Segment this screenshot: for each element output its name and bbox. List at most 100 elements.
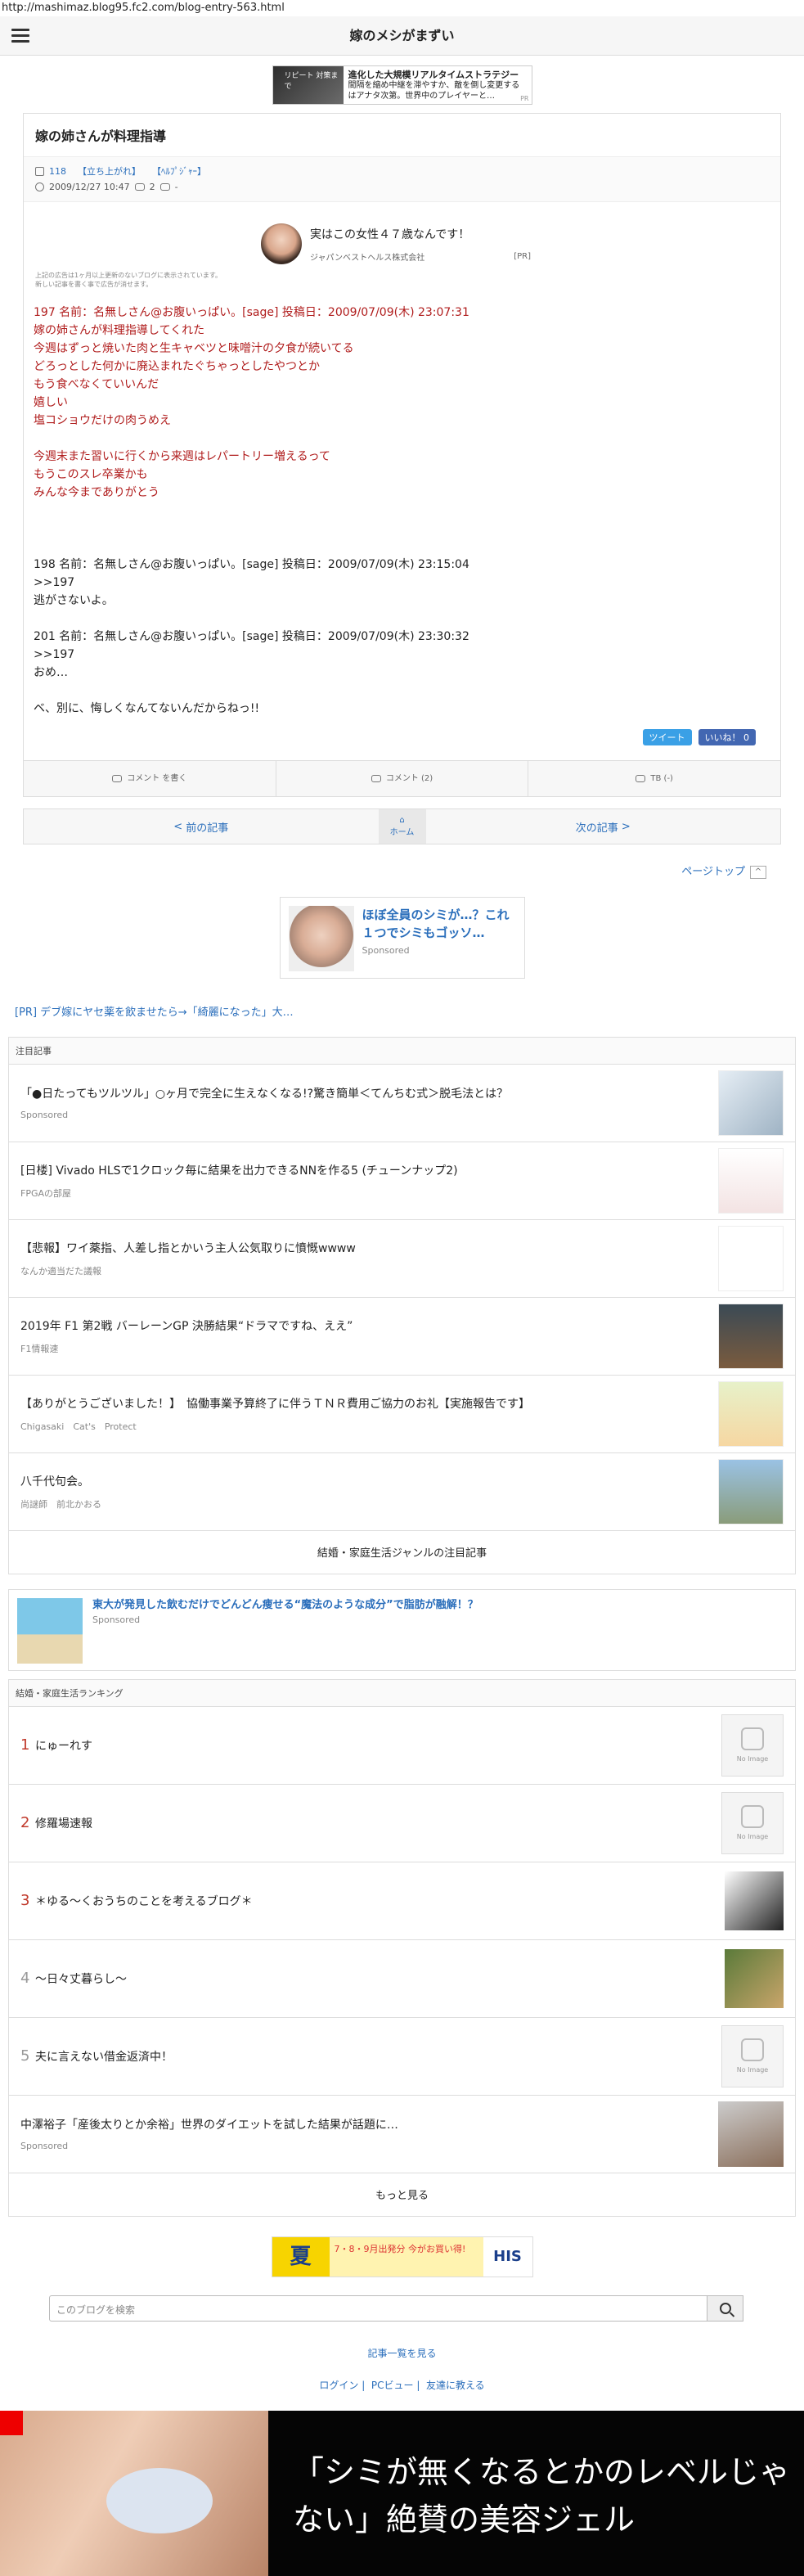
item-thumb (718, 1225, 784, 1291)
top-ad-thumb: リピート 対策まで (272, 66, 344, 104)
bottom-ad[interactable]: 「シミが無くなるとかのレベルじゃない」絶賛の美容ジェル (0, 2411, 804, 2576)
attention-item[interactable]: [日楼] Vivado HLSで1クロック毎に結果を出力できるNNを作る5 (チ… (9, 1142, 795, 1220)
sponsored-card[interactable]: ほぼ全員のシミが…？これ１つでシミもゴッソ… Sponsored (279, 896, 525, 979)
trackback-icon (636, 775, 646, 782)
ranking-more-link[interactable]: もっと見る (9, 2173, 795, 2216)
url-bar[interactable]: http://mashimaz.blog95.fc2.com/blog-entr… (0, 0, 804, 16)
views-link[interactable]: 118 (49, 164, 66, 179)
body-line: 逃がさないよ。 (34, 594, 114, 607)
footer-links: ログイン | PCビュー | 友達に教える (0, 2378, 804, 2392)
sponsored-title: ほぼ全員のシミが…？これ１つでシミもゴッソ… (362, 907, 510, 940)
ad-badge (0, 2411, 23, 2435)
body-line: おめ… (34, 666, 68, 679)
ranking-item[interactable]: 2 修羅場速報 No Image (9, 1785, 795, 1862)
trackback-count: - (174, 182, 178, 192)
body-line: ベ、別に、悔しくなんてないんだからねっ!! (34, 702, 260, 715)
body-line: どろっとした何かに廃込まれたぐちゃっとしたやつとか (34, 360, 320, 373)
body-line: もうこのスレ卒業かも (34, 468, 148, 481)
article-list-link[interactable]: 記事一覧を見る (0, 2346, 804, 2360)
write-comment-label: コメント を書く (127, 774, 187, 783)
item-thumb (718, 1147, 784, 1214)
prev-article-link[interactable]: < 前の記事 (24, 809, 379, 844)
pc-view-link[interactable]: PCビュー (371, 2380, 414, 2391)
search-button[interactable] (707, 2295, 743, 2322)
share-friend-link[interactable]: 友達に教える (426, 2380, 485, 2391)
menu-icon[interactable] (11, 29, 29, 43)
body-line (34, 682, 769, 700)
unicorn-icon (741, 1727, 764, 1750)
ranking-item[interactable]: 5 夫に言えない借金返済中！ No Image (9, 2018, 795, 2096)
attention-item[interactable]: 【ありがとうございました！】 協働事業予算終了に伴うＴＮＲ費用ご協力のお礼【実施… (9, 1376, 795, 1453)
attention-more-link[interactable]: 結婚・家庭生活ジャンルの注目記事 (9, 1531, 795, 1574)
trackback-icon (159, 183, 170, 191)
item-thumb (725, 1871, 784, 1930)
top-ad[interactable]: リピート 対策まで 進化した大規模リアルタイムストラテジー 間隔を縮め中継を滞やす… (272, 65, 532, 105)
sponsored-card-2[interactable]: 東大が発見した飲むだけでどんどん痩せる“魔法のような成分”で脂肪が融解！？ Spo… (8, 1588, 796, 1671)
sep: | (362, 2379, 366, 2391)
article-meta: 118 【立ち上がれ】 【ﾍﾙﾌﾟｼﾞｬｰ】 2009/12/27 10:47 2 - (24, 157, 780, 202)
tag-link-1[interactable]: 【立ち上がれ】 (78, 164, 141, 179)
site-header: 嫁のメシがまずい (0, 16, 804, 56)
item-sub: FPGAの部屋 (20, 1187, 72, 1199)
sep: | (416, 2379, 420, 2391)
trackback-label: TB (-) (650, 774, 673, 783)
no-image-placeholder: No Image (721, 1791, 784, 1854)
article-title: 嫁の姉さんが料理指導 (24, 114, 780, 157)
article-actions: コメント を書く コメント (2) TB (-) (24, 760, 780, 796)
body-line: 198 名前：名無しさん@お腹いっぱい。[sage] 投稿日：2009/07/0… (34, 558, 469, 571)
attention-item[interactable]: 2019年 F1 第2戦 バーレーンGP 決勝結果“ドラマですね、ええ” F1情報… (9, 1298, 795, 1376)
write-comment-button[interactable]: コメント を書く (24, 761, 276, 796)
item-title: 【悲報】ワイ薬指、人差し指とかいう主人公気取りに憤慨wwww (20, 1241, 356, 1255)
bottom-ad-image (0, 2411, 268, 2576)
page-top-label: ページトップ (681, 866, 745, 878)
pr-mark: [PR] (514, 252, 531, 261)
item-title: 「●日たってもツルツル」○ヶ月で完全に生えなくなる!?驚き簡単＜てんちむ式＞脱毛… (20, 1088, 509, 1101)
home-button[interactable]: ⌂ ホーム (378, 809, 426, 844)
no-image-placeholder: No Image (721, 2024, 784, 2087)
banner-left: 夏 (272, 2236, 330, 2277)
sponsored-title: 東大が発見した飲むだけでどんどん痩せる“魔法のような成分”で脂肪が融解！？ (92, 1598, 478, 1611)
body-line: 201 名前：名無しさん@お腹いっぱい。[sage] 投稿日：2009/07/0… (34, 630, 469, 643)
red-quote: 197 名前：名無しさん@お腹いっぱい。[sage] 投稿日：2009/07/0… (34, 304, 769, 502)
ranking-item[interactable]: 3 ＊ゆる～くおうちのことを考えるブログ＊ (9, 1862, 795, 1940)
comments-button[interactable]: コメント (2) (276, 761, 529, 796)
item-sub: F1情報速 (20, 1343, 59, 1354)
login-link[interactable]: ログイン (319, 2380, 358, 2391)
sponsored-label: Sponsored (362, 944, 410, 956)
trackback-button[interactable]: TB (-) (528, 761, 780, 796)
ranking-extra-item[interactable]: 中澤裕子「産後太りとか余裕」世界のダイエットを試した結果が話題に… Sponsor… (9, 2096, 795, 2173)
search-input[interactable]: このブログを検索 (49, 2295, 707, 2322)
item-title: 【ありがとうございました！】 協働事業予算終了に伴うＴＮＲ費用ご協力のお礼【実施… (20, 1397, 530, 1411)
ad-notice: 上記の広告は1ヶ月以上更新のないブログに表示されています。 新しい記事を書く事で広… (24, 264, 780, 289)
article-nav: < 前の記事 ⌂ ホーム 次の記事 > (23, 808, 781, 844)
body-line: みんな今までありがとう (34, 486, 159, 499)
pr-ad[interactable]: 実はこの女性４７歳なんです！ ジャパンベストヘルス株式会社 [PR] (261, 223, 531, 264)
ranking-item[interactable]: 1 にゅーれす No Image (9, 1707, 795, 1785)
body-line: >>197 (34, 576, 75, 589)
like-button[interactable]: いいね！ 0 (698, 729, 756, 745)
body-line: 嫁の姉さんが料理指導してくれた (34, 324, 205, 337)
rank-title: 修羅場速報 (35, 1817, 92, 1831)
rank-number: 5 (20, 2047, 30, 2065)
ranking-item[interactable]: 4 ～日々丈暮らし～ (9, 1940, 795, 2018)
no-image-label: No Image (736, 1833, 769, 1840)
item-title: 2019年 F1 第2戦 バーレーンGP 決勝結果“ドラマですね、ええ” (20, 1319, 353, 1333)
site-title[interactable]: 嫁のメシがまずい (0, 16, 804, 56)
tweet-button[interactable]: ツイート (642, 729, 692, 745)
comment-count: 2 (149, 182, 155, 192)
attention-item[interactable]: 八千代句会。 尚謎師 前北かおる (9, 1453, 795, 1531)
next-label: 次の記事 (575, 822, 618, 835)
pr-title: 実はこの女性４７歳なんです！ (310, 227, 470, 241)
pr-text-link[interactable]: [PR] デブ嫁にヤセ薬を飲ませたら→「綺麗になった」大… (0, 979, 804, 1019)
page-top-link[interactable]: ページトップ ^ (0, 844, 804, 879)
no-image-label: No Image (736, 1755, 769, 1763)
notice-line: 新しい記事を書く事で広告が消せます。 (35, 281, 153, 288)
article: 嫁の姉さんが料理指導 118 【立ち上がれ】 【ﾍﾙﾌﾟｼﾞｬｰ】 2009/12/… (23, 113, 781, 797)
next-article-link[interactable]: 次の記事 > (426, 809, 781, 844)
attention-item[interactable]: 【悲報】ワイ薬指、人差し指とかいう主人公気取りに憤慨wwww なんか適当だた議報 (9, 1220, 795, 1298)
travel-banner[interactable]: 夏 7・8・9月出発分 今がお買い得! HIS (271, 2236, 533, 2277)
clock-icon (35, 182, 44, 191)
attention-item[interactable]: 「●日たってもツルツル」○ヶ月で完全に生えなくなる!?驚き簡単＜てんちむ式＞脱毛… (9, 1065, 795, 1142)
tag-link-2[interactable]: 【ﾍﾙﾌﾟｼﾞｬｰ】 (152, 164, 206, 179)
item-sub: Chigasaki Cat's Protect (20, 1421, 137, 1432)
